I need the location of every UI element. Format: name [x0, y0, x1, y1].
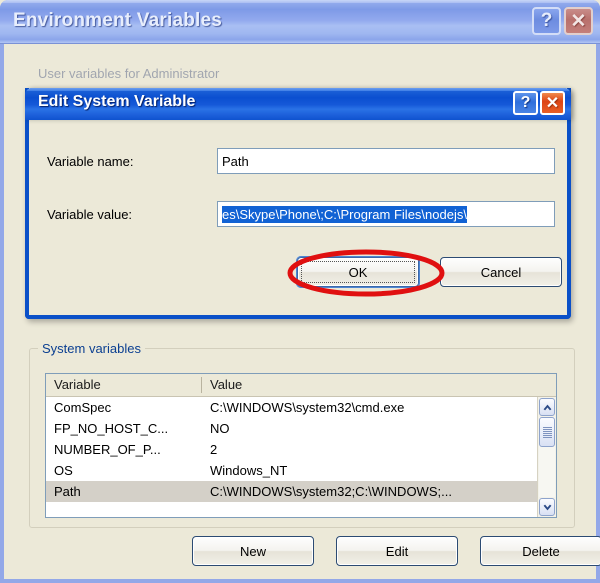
cell-value: C:\WINDOWS\system32\cmd.exe — [202, 400, 556, 415]
table-row[interactable]: FP_NO_HOST_C...NO — [46, 418, 556, 439]
variable-name-input[interactable]: Path — [217, 148, 555, 174]
system-variables-button-row: New Edit Delete — [192, 536, 600, 566]
cell-variable: ComSpec — [46, 400, 202, 415]
outer-window-titlebar[interactable]: Environment Variables ? ✕ — [0, 0, 600, 44]
cell-variable: OS — [46, 463, 202, 478]
cell-variable: Path — [46, 484, 202, 499]
ok-button-label: OK — [349, 265, 368, 280]
cancel-button[interactable]: Cancel — [440, 257, 562, 287]
close-icon[interactable]: ✕ — [564, 7, 593, 35]
variable-value-label: Variable value: — [47, 207, 217, 222]
new-button[interactable]: New — [192, 536, 314, 566]
column-header-variable[interactable]: Variable — [46, 374, 202, 396]
outer-window-title: Environment Variables — [13, 10, 222, 32]
variable-value-selected-text: es\Skype\Phone\;C:\Program Files\nodejs\ — [222, 206, 467, 223]
cell-variable: NUMBER_OF_P... — [46, 442, 202, 457]
table-row[interactable]: ComSpecC:\WINDOWS\system32\cmd.exe — [46, 397, 556, 418]
edit-dialog-title: Edit System Variable — [38, 93, 195, 111]
variable-name-label: Variable name: — [47, 154, 217, 169]
ok-button[interactable]: OK — [297, 257, 419, 287]
edit-dialog-titlebar-buttons: ? ✕ — [513, 91, 565, 115]
listview-header: Variable Value — [46, 374, 556, 397]
scrollbar-thumb[interactable] — [539, 417, 555, 447]
edit-dialog-titlebar[interactable]: Edit System Variable ? ✕ — [25, 88, 571, 120]
edit-dialog-button-row: OK Cancel — [297, 257, 562, 287]
cell-variable: FP_NO_HOST_C... — [46, 421, 202, 436]
cell-value: Windows_NT — [202, 463, 556, 478]
table-row[interactable]: NUMBER_OF_P...2 — [46, 439, 556, 460]
text-caret — [467, 207, 468, 222]
outer-titlebar-buttons: ? ✕ — [532, 7, 593, 35]
table-row[interactable]: OSWindows_NT — [46, 460, 556, 481]
cell-value: 2 — [202, 442, 556, 457]
user-variables-occluded-label: User variables for Administrator — [38, 66, 219, 81]
listview-scrollbar[interactable] — [537, 397, 556, 517]
edit-button[interactable]: Edit — [336, 536, 458, 566]
system-variables-group-title: System variables — [38, 341, 145, 356]
variable-value-input[interactable]: es\Skype\Phone\;C:\Program Files\nodejs\ — [217, 201, 555, 227]
close-icon[interactable]: ✕ — [540, 91, 565, 115]
system-variables-listview[interactable]: Variable Value ComSpecC:\WINDOWS\system3… — [45, 373, 557, 518]
help-icon[interactable]: ? — [532, 7, 561, 35]
scroll-down-arrow-icon[interactable] — [539, 498, 555, 516]
table-row[interactable]: PathC:\WINDOWS\system32;C:\WINDOWS;... — [46, 481, 556, 502]
cell-value: NO — [202, 421, 556, 436]
variable-value-row: Variable value: es\Skype\Phone\;C:\Progr… — [47, 201, 555, 227]
column-header-value[interactable]: Value — [202, 374, 556, 396]
cell-value: C:\WINDOWS\system32;C:\WINDOWS;... — [202, 484, 556, 499]
variable-name-row: Variable name: Path — [47, 148, 555, 174]
delete-button[interactable]: Delete — [480, 536, 600, 566]
listview-body: ComSpecC:\WINDOWS\system32\cmd.exeFP_NO_… — [46, 397, 556, 517]
scrollbar-grip-icon — [543, 427, 552, 438]
help-icon[interactable]: ? — [513, 91, 538, 115]
scrollbar-track[interactable] — [539, 417, 555, 497]
scroll-up-arrow-icon[interactable] — [539, 398, 555, 416]
screenshot-root: User variables for Administrator System … — [0, 0, 600, 583]
